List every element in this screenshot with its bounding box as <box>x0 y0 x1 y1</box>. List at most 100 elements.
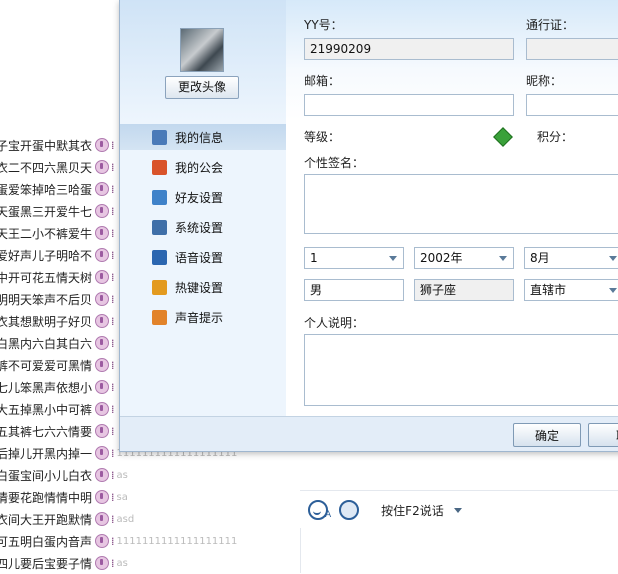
change-avatar-button[interactable]: 更改头像 <box>165 76 239 99</box>
birth-month-select[interactable]: 8月 <box>524 247 618 269</box>
user-name: 子宝开蛋中默其衣 <box>0 138 92 153</box>
list-item[interactable]: 衣间大王开跑默情 ⁞ asd <box>0 508 300 530</box>
user-message: asd <box>116 513 135 525</box>
separator-icon: ⁞ <box>111 468 115 482</box>
sound-alert-icon <box>152 309 167 325</box>
separator-icon: ⁞ <box>111 226 115 240</box>
level-label: 等级： <box>304 130 341 144</box>
separator-icon: ⁞ <box>111 534 115 548</box>
sidebar-item-4[interactable]: 系统设置 <box>120 214 286 240</box>
user-name: 天王二小不裤爱牛 <box>0 226 92 241</box>
nickname-label: 昵称： <box>526 74 563 88</box>
mic-icon <box>95 358 109 372</box>
emoticon-icon[interactable] <box>308 500 328 520</box>
mic-icon <box>95 182 109 196</box>
separator-icon: ⁞ <box>111 336 115 350</box>
avatar-face-icon[interactable] <box>339 500 360 520</box>
mic-icon <box>95 380 109 394</box>
list-item[interactable]: 四儿要后宝要子情 ⁞ as <box>0 552 300 574</box>
mic-icon <box>95 512 109 526</box>
yy-number-field: 21990209 <box>304 38 514 60</box>
nickname-field[interactable] <box>526 94 618 116</box>
region-select[interactable]: 直辖市 <box>524 279 618 301</box>
sidebar-item-1[interactable]: 我的信息 <box>120 124 286 150</box>
user-name: 情要花跑情情中明 <box>0 490 92 505</box>
mic-icon <box>95 248 109 262</box>
separator-icon: ⁞ <box>111 314 115 328</box>
mic-icon <box>95 314 109 328</box>
separator-icon: ⁞ <box>111 182 115 196</box>
chevron-down-icon <box>609 256 617 261</box>
user-name: 爱好声儿子明哈不 <box>0 248 92 263</box>
signature-input[interactable] <box>304 174 618 234</box>
mic-icon <box>95 424 109 438</box>
email-label: 邮箱： <box>304 74 341 88</box>
separator-icon: ⁞ <box>111 248 115 262</box>
separator-icon: ⁞ <box>111 138 115 152</box>
list-item[interactable]: 可五明白蛋内音声 ⁞ 1111111111111111111 <box>0 530 300 552</box>
sidebar-item-7[interactable]: 声音提示 <box>120 304 286 330</box>
person-card-icon <box>152 129 167 145</box>
user-name: 蛋爱笨掉哈三哈蛋 <box>0 182 92 197</box>
user-name: 明明天笨声不后贝 <box>0 292 92 307</box>
mic-icon <box>95 556 109 570</box>
chevron-down-icon[interactable] <box>453 507 462 513</box>
user-name: 衣二不四六黑贝天 <box>0 160 92 175</box>
user-name: 中开可花五情天树 <box>0 270 92 285</box>
mic-icon <box>95 402 109 416</box>
region-value: 直辖市 <box>530 283 567 297</box>
separator-icon: ⁞ <box>111 204 115 218</box>
signature-label: 个性签名： <box>304 156 365 170</box>
separator-icon: ⁞ <box>111 380 115 394</box>
push-to-talk-button[interactable]: 按住F2说话 <box>381 502 444 519</box>
sidebar-item-label: 语音设置 <box>175 250 224 265</box>
user-name: 白蛋宝间小儿白衣 <box>0 468 92 483</box>
passport-label: 通行证： <box>526 18 575 32</box>
cancel-button[interactable]: 取 <box>588 423 618 447</box>
chat-toolbar: A 按住F2说话 <box>300 490 618 529</box>
user-name: 衣间大王开跑默情 <box>0 512 92 527</box>
intro-input[interactable] <box>304 334 618 406</box>
mic-icon <box>95 292 109 306</box>
voice-icon <box>152 249 167 265</box>
list-item[interactable]: 情要花跑情情中明 ⁞ sa <box>0 486 300 508</box>
mic-icon <box>95 468 109 482</box>
hotkey-icon <box>152 279 167 295</box>
separator-icon: ⁞ <box>111 358 115 372</box>
separator-icon: ⁞ <box>111 446 115 460</box>
birth-day-select[interactable]: 1 <box>304 247 404 269</box>
separator-icon: ⁞ <box>111 424 115 438</box>
birth-year-select[interactable]: 2002年 <box>414 247 514 269</box>
friend-icon <box>152 189 167 205</box>
user-message: 1111111111111111111 <box>116 535 238 547</box>
sidebar-item-3[interactable]: 好友设置 <box>120 184 286 210</box>
chat-input-area[interactable] <box>300 528 618 573</box>
user-name: 裤不可爱爱可黑情 <box>0 358 92 373</box>
sidebar-item-2[interactable]: 我的公会 <box>120 154 286 180</box>
zodiac-value: 狮子座 <box>420 283 457 297</box>
separator-icon: ⁞ <box>111 292 115 306</box>
separator-icon: ⁞ <box>111 402 115 416</box>
user-message: sa <box>116 491 128 503</box>
sidebar-item-5[interactable]: 语音设置 <box>120 244 286 270</box>
user-name: 衣其想默明子好贝 <box>0 314 92 329</box>
user-name: 七儿笨黑声依想小 <box>0 380 92 395</box>
list-item[interactable]: 白蛋宝间小儿白衣 ⁞ as <box>0 464 300 486</box>
email-field[interactable] <box>304 94 514 116</box>
user-name: 后掉儿开黑内掉一 <box>0 446 92 461</box>
separator-icon: ⁞ <box>111 512 115 526</box>
yy-number-label: YY号： <box>304 18 343 32</box>
points-label: 积分： <box>537 130 574 144</box>
intro-label: 个人说明： <box>304 316 365 330</box>
mic-icon <box>95 204 109 218</box>
dialog-footer: 确定 取 <box>120 416 618 451</box>
tools-icon <box>152 219 167 235</box>
gender-select[interactable]: 男 <box>304 279 404 301</box>
ok-button[interactable]: 确定 <box>513 423 581 447</box>
profile-form: YY号： 21990209 通行证： 邮箱： 昵称： 等级： 积分： 个性签名：… <box>286 0 618 416</box>
sidebar-item-label: 我的信息 <box>175 130 224 145</box>
sidebar-item-label: 我的公会 <box>175 160 224 175</box>
sidebar-item-6[interactable]: 热键设置 <box>120 274 286 300</box>
mic-icon <box>95 534 109 548</box>
passport-field <box>526 38 618 60</box>
